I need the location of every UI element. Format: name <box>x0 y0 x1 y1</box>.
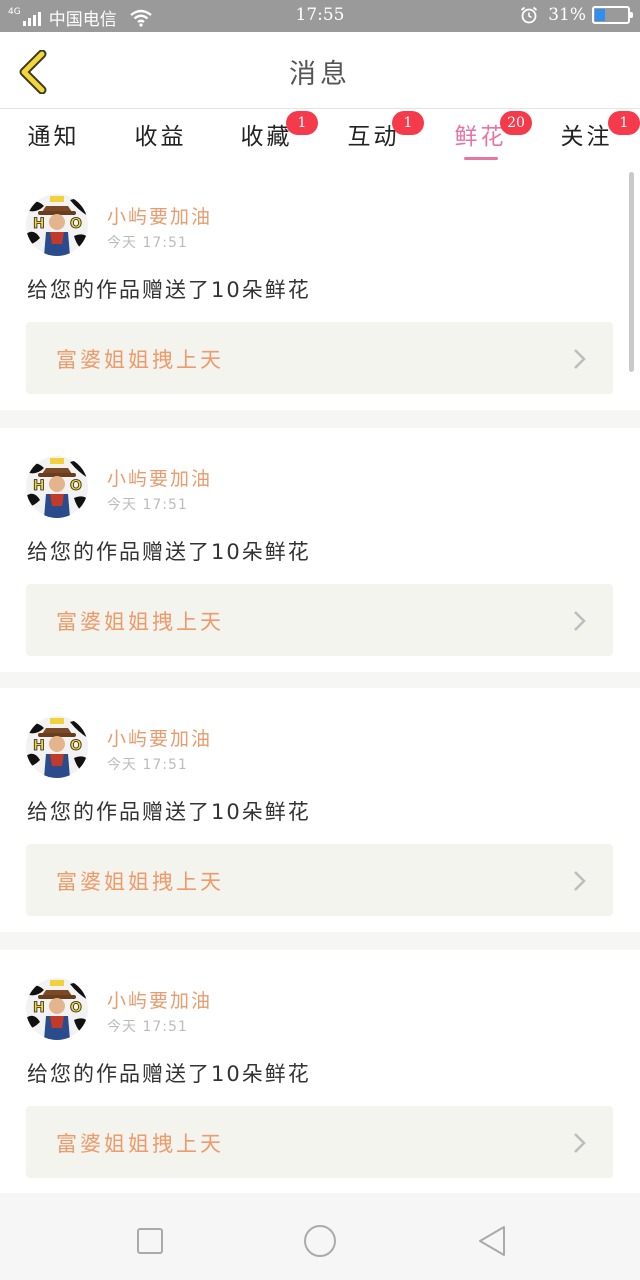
scrollbar[interactable] <box>629 172 634 372</box>
tab-label: 互动 <box>347 124 400 150</box>
svg-text:O: O <box>70 478 82 494</box>
triangle-back-icon[interactable] <box>474 1223 510 1259</box>
tab-favorites[interactable]: 收藏 1 <box>213 111 320 163</box>
battery-percent: 31% <box>548 5 586 25</box>
header: 消息 <box>0 32 640 108</box>
tab-bar: 通知 收益 收藏 1 互动 1 鲜花 20 关注 1 <box>0 108 640 166</box>
page-title: 消息 <box>289 59 351 90</box>
work-link[interactable]: 富婆姐姐拽上天 <box>26 1106 613 1178</box>
message-text: 给您的作品赠送了10朵鲜花 <box>27 540 311 564</box>
unread-badge: 20 <box>500 111 532 135</box>
work-link[interactable]: 富婆姐姐拽上天 <box>26 844 613 916</box>
battery-icon <box>592 6 633 24</box>
timestamp: 今天 17:51 <box>107 1019 188 1035</box>
message-text: 给您的作品赠送了10朵鲜花 <box>27 800 311 824</box>
chevron-right-icon <box>574 1133 586 1153</box>
alarm-clock-icon <box>521 6 538 24</box>
work-link[interactable]: 富婆姐姐拽上天 <box>26 584 613 656</box>
work-title: 富婆姐姐拽上天 <box>56 870 224 894</box>
tab-label: 关注 <box>560 124 613 150</box>
chevron-right-icon <box>574 611 586 631</box>
timestamp: 今天 17:51 <box>107 757 188 773</box>
work-title: 富婆姐姐拽上天 <box>56 610 224 634</box>
username[interactable]: 小屿要加油 <box>107 986 212 1013</box>
username[interactable]: 小屿要加油 <box>107 464 212 491</box>
tab-flowers[interactable]: 鲜花 20 <box>427 111 534 163</box>
tab-notifications[interactable]: 通知 <box>0 117 107 163</box>
unread-badge: 1 <box>608 111 640 135</box>
work-link[interactable]: 富婆姐姐拽上天 <box>26 322 613 394</box>
list-item[interactable]: H O 小屿要加油 今天 17:51 给您的作品赠送了10朵鲜花 富婆姐姐拽上天 <box>0 950 640 1193</box>
work-title: 富婆姐姐拽上天 <box>56 348 224 372</box>
svg-text:O: O <box>70 1000 82 1016</box>
svg-text:H: H <box>33 478 45 494</box>
work-title: 富婆姐姐拽上天 <box>56 1132 224 1156</box>
active-tab-indicator <box>463 157 498 160</box>
svg-text:H: H <box>33 1000 45 1016</box>
list-item[interactable]: H O 小屿要加油 今天 17:51 给您的作品赠送了10朵鲜花 富婆姐姐拽上天 <box>0 166 640 410</box>
circle-home-icon[interactable] <box>300 1221 340 1261</box>
svg-text:H: H <box>33 738 45 754</box>
unread-badge: 1 <box>286 111 318 135</box>
status-bar: 4G 中国电信 17:55 31% <box>0 0 640 32</box>
avatar[interactable]: H O <box>26 456 88 518</box>
username[interactable]: 小屿要加油 <box>107 202 212 229</box>
timestamp: 今天 17:51 <box>107 497 188 513</box>
svg-text:H: H <box>33 216 45 232</box>
tab-earnings[interactable]: 收益 <box>107 117 214 163</box>
avatar[interactable]: H O <box>26 978 88 1040</box>
battery-level <box>595 9 605 21</box>
svg-text:O: O <box>70 738 82 754</box>
list-item[interactable]: H O 小屿要加油 今天 17:51 给您的作品赠送了10朵鲜花 富婆姐姐拽上天 <box>0 688 640 932</box>
system-nav-bar <box>0 1193 640 1280</box>
chevron-right-icon <box>574 871 586 891</box>
avatar[interactable]: H O <box>26 716 88 778</box>
unread-badge: 1 <box>392 111 424 135</box>
message-text: 给您的作品赠送了10朵鲜花 <box>27 278 311 302</box>
status-right: 31% <box>520 5 633 25</box>
timestamp: 今天 17:51 <box>107 235 188 251</box>
avatar[interactable]: H O <box>26 194 88 256</box>
tab-label: 通知 <box>27 124 80 150</box>
tab-label: 收藏 <box>240 124 293 150</box>
svg-text:O: O <box>70 216 82 232</box>
username[interactable]: 小屿要加油 <box>107 724 212 751</box>
tab-label: 鲜花 <box>454 124 507 150</box>
message-text: 给您的作品赠送了10朵鲜花 <box>27 1062 311 1086</box>
tab-follows[interactable]: 关注 1 <box>533 111 640 163</box>
chevron-right-icon <box>574 349 586 369</box>
list-item[interactable]: H O 小屿要加油 今天 17:51 给您的作品赠送了10朵鲜花 富婆姐姐拽上天 <box>0 428 640 672</box>
square-recents-icon[interactable] <box>132 1223 168 1259</box>
tab-interactions[interactable]: 互动 1 <box>320 111 427 163</box>
tab-label: 收益 <box>134 124 187 150</box>
